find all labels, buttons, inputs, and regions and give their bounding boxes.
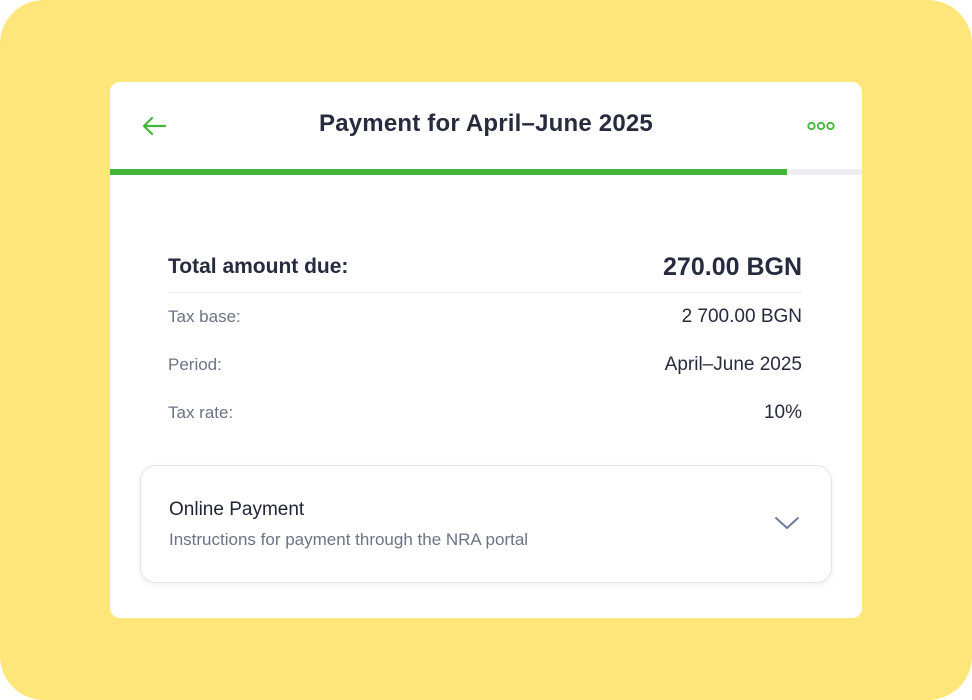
- total-label: Total amount due:: [168, 255, 349, 278]
- page-title: Payment for April–June 2025: [319, 110, 653, 137]
- period-value: April–June 2025: [664, 354, 802, 375]
- tax-rate-row: Tax rate: 10%: [168, 389, 802, 437]
- more-options-button[interactable]: [806, 116, 836, 136]
- tax-rate-value: 10%: [763, 402, 802, 423]
- progress-bar-fill: [110, 169, 787, 175]
- tax-base-value: 2 700.00 BGN: [681, 306, 802, 327]
- total-row: Total amount due: 270.00 BGN: [168, 242, 802, 293]
- online-payment-panel[interactable]: Online Payment Instructions for payment …: [140, 465, 832, 583]
- expand-toggle[interactable]: [773, 513, 801, 533]
- tax-base-label: Tax base:: [168, 307, 241, 326]
- chevron-down-icon: [775, 517, 799, 529]
- more-dots-icon: [807, 121, 835, 131]
- header: Payment for April–June 2025: [110, 82, 862, 169]
- tax-rate-label: Tax rate:: [168, 403, 234, 422]
- tax-base-row: Tax base: 2 700.00 BGN: [168, 293, 802, 341]
- payment-summary: Total amount due: 270.00 BGN Tax base: 2…: [168, 242, 802, 437]
- online-payment-title: Online Payment: [169, 499, 305, 520]
- detail-list: Tax base: 2 700.00 BGN Period: April–Jun…: [168, 293, 802, 437]
- online-payment-subtitle: Instructions for payment through the NRA…: [169, 530, 529, 549]
- progress-bar: [110, 169, 862, 175]
- period-label: Period:: [168, 355, 222, 374]
- payment-card: Payment for April–June 2025 Total amount…: [110, 82, 862, 618]
- total-value: 270.00 BGN: [663, 252, 802, 281]
- period-row: Period: April–June 2025: [168, 341, 802, 389]
- page-background: Payment for April–June 2025 Total amount…: [0, 0, 972, 700]
